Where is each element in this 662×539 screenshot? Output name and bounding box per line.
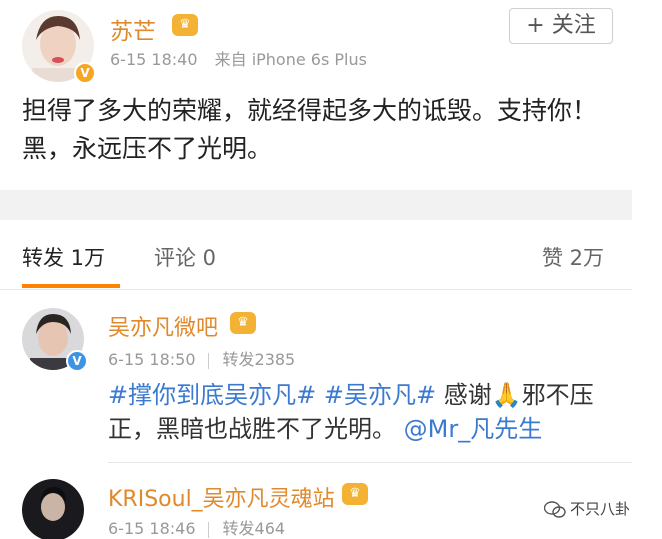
- repost-username[interactable]: KRISoul_吴亦凡灵魂站: [108, 481, 335, 513]
- post-text: 担得了多大的荣耀，就经得起多大的诋毁。支持你！黑，永远压不了光明。: [22, 96, 598, 163]
- main-post: V 苏芒 ♛ 6-15 18:40 来自 iPhone 6s Plus + 关注…: [0, 0, 662, 190]
- vip-crown-icon: ♛: [230, 312, 256, 334]
- list-item: V 吴亦凡微吧 ♛ 6-15 18:50 转发2385 #撑你到底吴亦凡# #吴亦…: [0, 290, 632, 462]
- post-source: 来自 iPhone 6s Plus: [214, 50, 367, 69]
- wechat-icon: [543, 500, 566, 519]
- repost-username[interactable]: 吴亦凡微吧: [108, 310, 218, 342]
- tab-repost[interactable]: 转发 1万: [22, 242, 105, 272]
- repost-timestamp: 6-15 18:46: [108, 519, 196, 538]
- watermark: 不只八卦: [543, 498, 631, 519]
- repost-text: #撑你到底吴亦凡# #吴亦凡# 感谢🙏邪不压正，黑暗也战胜不了光明。 @Mr_凡…: [108, 378, 618, 446]
- repost-count: 转发2385: [222, 350, 296, 369]
- follow-button[interactable]: + 关注: [509, 8, 613, 44]
- post-meta: 6-15 18:40 来自 iPhone 6s Plus: [110, 46, 367, 70]
- vip-crown-icon: ♛: [342, 483, 368, 505]
- watermark-text: 不只八卦: [570, 500, 631, 518]
- tab-like[interactable]: 赞 2万: [542, 242, 604, 272]
- repost-count: 转发464: [222, 519, 286, 538]
- list-item: KRISoul_吴亦凡灵魂站 ♛ 6-15 18:46 转发464: [0, 463, 632, 539]
- verified-badge-icon: V: [66, 350, 88, 372]
- repost-avatar[interactable]: [22, 479, 84, 539]
- verified-badge-icon: V: [74, 62, 96, 84]
- repost-timestamp: 6-15 18:50: [108, 350, 196, 369]
- topic-link[interactable]: #撑你到底吴亦凡#: [108, 381, 316, 409]
- tab-comment[interactable]: 评论 0: [154, 242, 216, 272]
- active-tab-indicator: [22, 284, 120, 288]
- post-timestamp: 6-15 18:40: [110, 50, 198, 69]
- post-username[interactable]: 苏芒: [110, 12, 156, 46]
- topic-link[interactable]: #吴亦凡#: [324, 381, 436, 409]
- interaction-tabs: 转发 1万 评论 0 赞 2万: [0, 220, 632, 290]
- repost-meta: 6-15 18:50 转发2385: [108, 346, 295, 370]
- repost-meta: 6-15 18:46 转发464: [108, 515, 285, 539]
- section-divider: [0, 190, 632, 220]
- mention-link[interactable]: @Mr_凡先生: [404, 415, 543, 443]
- vip-crown-icon: ♛: [172, 14, 198, 36]
